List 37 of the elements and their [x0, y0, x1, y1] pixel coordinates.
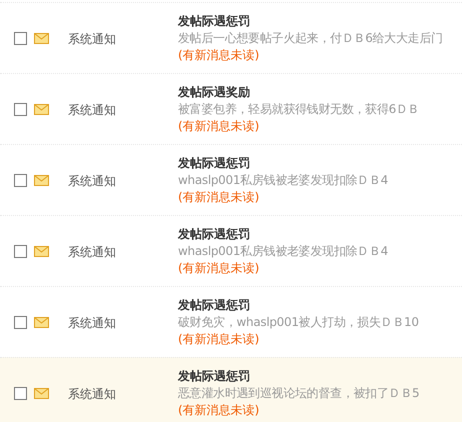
envelope-icon	[34, 174, 49, 186]
envelope-icon	[34, 388, 49, 398]
sender-label: 系统通知	[68, 32, 116, 46]
message-body: whaslp001私房钱被老婆发现扣除ＤＢ4	[178, 172, 388, 188]
unread-status: (有新消息未读)	[178, 118, 260, 134]
checkbox[interactable]	[14, 32, 26, 44]
unread-status: (有新消息未读)	[178, 188, 260, 206]
checkbox[interactable]	[14, 386, 26, 400]
message-title[interactable]: 发帖际遇惩罚	[178, 226, 388, 242]
sender-label: 系统通知	[68, 174, 116, 188]
checkbox[interactable]	[14, 174, 26, 186]
checkbox[interactable]	[14, 316, 26, 328]
message-title[interactable]: 发帖际遇惩罚	[178, 12, 443, 30]
unread-status: (有新消息未读)	[178, 330, 260, 348]
sender-label: 系统通知	[68, 245, 116, 259]
message-row[interactable]: 系统通知 发帖际遇惩罚 恶意灌水时遇到巡视论坛的督查，被扣了ＤＢ5 (有新消息未读)	[0, 357, 462, 422]
message-body: whaslp001私房钱被老婆发现扣除ＤＢ4	[178, 242, 388, 260]
envelope-icon	[34, 104, 49, 114]
message-title[interactable]: 发帖际遇惩罚	[178, 296, 419, 314]
envelope-icon	[34, 246, 49, 256]
checkbox[interactable]	[14, 244, 26, 258]
unread-status: (有新消息未读)	[178, 260, 260, 276]
message-body: 破财免灾，whaslp001被人打劫，损失ＤＢ10	[178, 314, 419, 330]
unread-status: (有新消息未读)	[178, 46, 260, 64]
envelope-icon	[34, 32, 49, 44]
message-title[interactable]: 发帖际遇惩罚	[178, 368, 420, 384]
message-title[interactable]: 发帖际遇奖励	[178, 84, 420, 100]
message-title[interactable]: 发帖际遇惩罚	[178, 154, 388, 172]
sender-label: 系统通知	[68, 387, 116, 401]
message-body: 恶意灌水时遇到巡视论坛的督查，被扣了ＤＢ5	[178, 384, 420, 402]
message-body: 发帖后一心想要帖子火起来，付ＤＢ6给大大走后门	[178, 30, 443, 46]
sender-label: 系统通知	[68, 316, 116, 330]
checkbox[interactable]	[14, 102, 26, 116]
message-body: 被富婆包养，轻易就获得钱财无数，获得6ＤＢ	[178, 100, 420, 118]
sender-label: 系统通知	[68, 103, 116, 117]
envelope-icon	[34, 316, 49, 328]
unread-status: (有新消息未读)	[178, 402, 260, 418]
